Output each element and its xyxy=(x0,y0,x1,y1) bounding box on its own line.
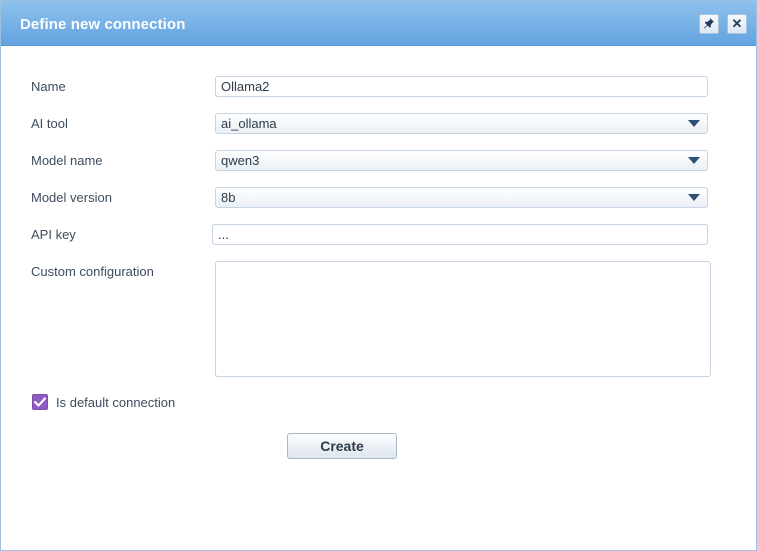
checkmark-icon xyxy=(34,397,46,407)
connection-dialog: Define new connection ✕ Name Ollama2 AI … xyxy=(0,0,757,551)
default-connection-checkbox[interactable] xyxy=(32,394,48,410)
chevron-down-icon xyxy=(688,157,700,164)
model-version-dropdown-arrow[interactable] xyxy=(681,188,707,207)
api-key-input[interactable]: ... xyxy=(212,224,708,245)
custom-configuration-label: Custom configuration xyxy=(31,264,154,279)
model-version-label: Model version xyxy=(31,190,112,205)
name-label: Name xyxy=(31,79,66,94)
ai-tool-dropdown-arrow[interactable] xyxy=(681,114,707,133)
close-button[interactable]: ✕ xyxy=(727,14,747,34)
ai-tool-select[interactable]: ai_ollama xyxy=(215,113,708,134)
default-connection-label[interactable]: Is default connection xyxy=(56,395,175,410)
close-icon: ✕ xyxy=(731,16,743,31)
model-name-dropdown-arrow[interactable] xyxy=(681,151,707,170)
custom-configuration-textarea[interactable] xyxy=(215,261,711,377)
dialog-title: Define new connection xyxy=(20,16,186,33)
pin-button[interactable] xyxy=(699,14,719,34)
model-name-select[interactable]: qwen3 xyxy=(215,150,708,171)
pin-icon xyxy=(703,17,715,32)
model-name-value: qwen3 xyxy=(221,153,260,168)
chevron-down-icon xyxy=(688,120,700,127)
dialog-titlebar[interactable]: Define new connection ✕ xyxy=(1,1,756,46)
create-button[interactable]: Create xyxy=(287,433,397,459)
chevron-down-icon xyxy=(688,194,700,201)
ai-tool-value: ai_ollama xyxy=(221,116,277,131)
model-name-label: Model name xyxy=(31,153,103,168)
api-key-label: API key xyxy=(31,227,76,242)
model-version-value: 8b xyxy=(221,190,236,205)
model-version-select[interactable]: 8b xyxy=(215,187,708,208)
name-input[interactable]: Ollama2 xyxy=(215,76,708,97)
ai-tool-label: AI tool xyxy=(31,116,68,131)
